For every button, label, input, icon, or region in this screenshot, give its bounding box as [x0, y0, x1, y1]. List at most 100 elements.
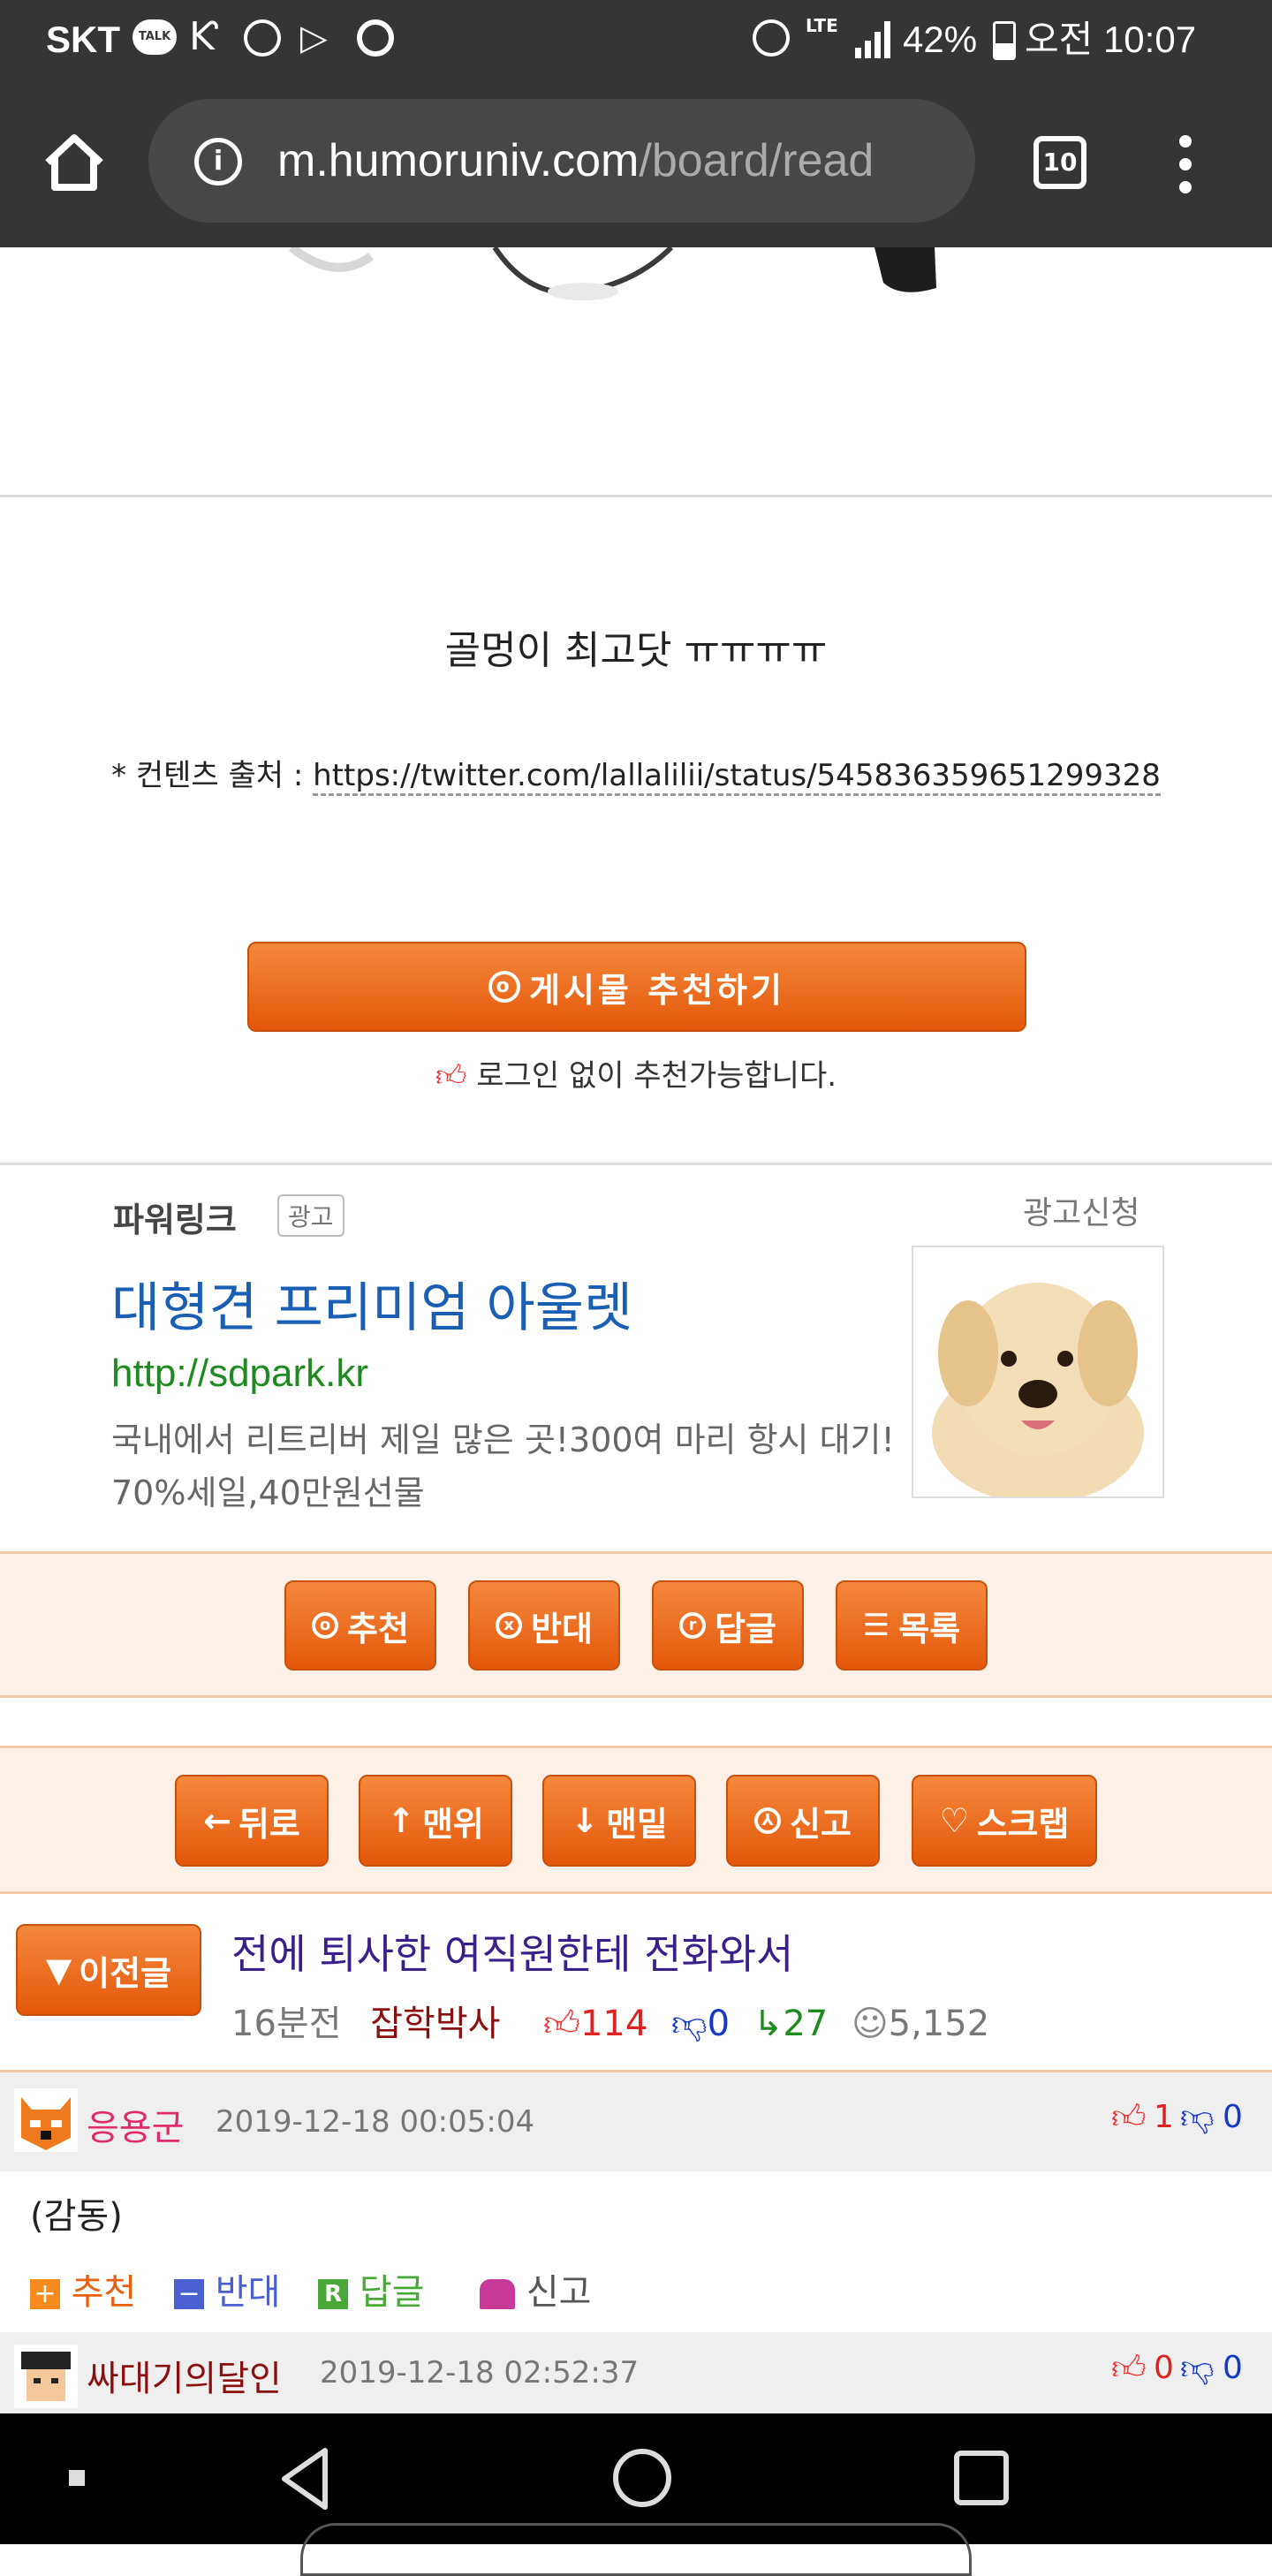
menu-icon[interactable]	[1173, 133, 1198, 196]
heart-icon: ♡	[939, 1801, 970, 1840]
avatar	[14, 2088, 78, 2152]
comment-like-icon[interactable]: 👍︎	[1111, 2097, 1147, 2138]
previous-post-meta: 16분전 잡학박사 👍︎114 👎︎0 ↳27 ☺5,152	[231, 1995, 989, 2046]
comment-recommend-link[interactable]: 추천	[72, 2272, 137, 2313]
reply-arrow-icon: ↳	[753, 2004, 784, 2044]
siren-icon	[480, 2279, 516, 2309]
divider	[0, 495, 1272, 497]
url-path: /board/read	[639, 135, 874, 186]
comment-dislike-icon[interactable]: 👎︎	[1180, 2348, 1215, 2389]
top-label: 맨위	[421, 1804, 484, 1844]
previous-post-button[interactable]: ▼ 이전글	[16, 1924, 201, 2016]
previous-post-dislikes: 0	[707, 2004, 731, 2044]
power-link-ad: 파워링크 광고 광고신청 대형견 프리미엄 아울렛 http://sdpark.…	[0, 1166, 1272, 1551]
plus-icon: +	[30, 2279, 60, 2309]
minus-icon: −	[174, 2279, 205, 2309]
source-label: * 컨텐츠 출처 :	[111, 758, 304, 793]
arrow-up-icon: ↑	[387, 1801, 415, 1840]
url-bar[interactable]: i m.humoruniv.com/board/read	[148, 99, 975, 223]
comment-author[interactable]: 응용군	[87, 2099, 184, 2150]
ad-title[interactable]: 대형견 프리미엄 아울렛	[111, 1265, 632, 1342]
login-note: 👍︎ 로그인 없이 추천가능합니다.	[0, 1051, 1272, 1095]
previous-post-replies: 27	[783, 2004, 829, 2044]
report-button[interactable]: ⅄ 신고	[726, 1775, 880, 1867]
divider	[0, 1163, 1272, 1165]
comment-dislike-icon[interactable]: 👎︎	[1180, 2097, 1215, 2138]
navigation-action-bar: ← 뒤로 ↑ 맨위 ↓ 맨밑 ⅄ 신고 ♡ 스크랩	[0, 1746, 1272, 1894]
thumbs-up-icon: 👍︎	[435, 1058, 467, 1094]
comment-date: 2019-12-18 02:52:37	[320, 2355, 640, 2390]
comment-down-count: 0	[1223, 2350, 1243, 2386]
report-label: 신고	[790, 1804, 852, 1844]
chrome-icon	[357, 19, 394, 57]
comment-like-icon[interactable]: 👍︎	[1111, 2348, 1147, 2389]
status-bar: SKT TALK Ƙ ▷ LTE 42% 오전 10:07	[0, 0, 1272, 80]
top-button[interactable]: ↑ 맨위	[359, 1775, 512, 1867]
home-nav-icon[interactable]	[613, 2449, 671, 2507]
comment-oppose-link[interactable]: 반대	[216, 2272, 281, 2313]
gesture-handle	[300, 2523, 972, 2576]
scrap-label: 스크랩	[976, 1804, 1070, 1844]
home-icon[interactable]	[41, 131, 108, 194]
signal-icon	[855, 21, 890, 58]
oppose-icon: x	[496, 1612, 523, 1639]
overview-nav-icon[interactable]	[954, 2451, 1009, 2505]
recommend-post-button[interactable]: o 게시물 추천하기	[247, 942, 1026, 1032]
dislike-icon: 👎︎	[671, 2004, 708, 2044]
recent-dot-icon	[69, 2470, 85, 2486]
browser-toolbar: i m.humoruniv.com/board/read 10	[0, 80, 1272, 247]
oppose-button[interactable]: x 반대	[468, 1580, 620, 1671]
carrier-label: SKT	[46, 19, 120, 60]
comment-up-count: 0	[1154, 2350, 1174, 2386]
comment-actions: + 추천 − 반대 R 답글 신고	[30, 2263, 591, 2315]
ad-brand: 파워링크	[113, 1201, 237, 1239]
ad-badge: 광고	[277, 1194, 344, 1237]
back-button[interactable]: ← 뒤로	[175, 1775, 329, 1867]
recommend-circle-icon: o	[488, 971, 521, 1003]
reply-button[interactable]: r 답글	[652, 1580, 804, 1671]
previous-post: ▼ 이전글 전에 퇴사한 여직원한테 전화와서 16분전 잡학박사 👍︎114 👎…	[0, 1894, 1272, 2072]
post-caption: 골멍이 최고닷 ㅠㅠㅠㅠ	[444, 628, 828, 673]
comment-header: 싸대기의달인 2019-12-18 02:52:37 👍︎ 0 👎︎ 0	[0, 2332, 1272, 2413]
tab-switcher-button[interactable]: 10	[1034, 136, 1086, 189]
back-nav-icon[interactable]	[276, 2445, 337, 2512]
previous-post-label: 이전글	[79, 1953, 172, 1993]
previous-post-likes: 114	[579, 2004, 648, 2044]
bottom-button[interactable]: ↓ 맨밑	[542, 1775, 696, 1867]
post-image-fragment	[288, 247, 936, 300]
ad-dog-image[interactable]	[912, 1246, 1164, 1498]
list-label: 목록	[898, 1609, 961, 1648]
reply-icon: r	[679, 1612, 707, 1639]
kakaotalk-icon: TALK	[132, 19, 177, 55]
source-link[interactable]: https://twitter.com/lallalilii/status/54…	[313, 758, 1161, 796]
lte-icon: LTE	[806, 15, 838, 36]
arrow-down-icon: ↓	[571, 1801, 599, 1840]
previous-post-author[interactable]: 잡학박사	[370, 2004, 500, 2044]
comment-author[interactable]: 싸대기의달인	[87, 2350, 282, 2401]
comment-reply-link[interactable]: 답글	[360, 2272, 425, 2313]
oppose-label: 반대	[531, 1609, 593, 1648]
ad-url[interactable]: http://sdpark.kr	[111, 1352, 368, 1396]
post-action-bar: o 추천 x 반대 r 답글 ☰ 목록	[0, 1551, 1272, 1698]
ad-apply-link[interactable]: 광고신청	[1023, 1187, 1140, 1233]
previous-post-title[interactable]: 전에 퇴사한 여직원한테 전화와서	[231, 1922, 793, 1981]
comment-text: (감동)	[30, 2196, 123, 2237]
list-icon: ☰	[862, 1608, 890, 1643]
info-icon[interactable]: i	[194, 138, 242, 186]
clock: 오전 10:07	[1025, 19, 1197, 60]
comment-report-link[interactable]: 신고	[526, 2272, 592, 2313]
url-text[interactable]: m.humoruniv.com/board/read	[277, 99, 874, 223]
recommend-button[interactable]: o 추천	[284, 1580, 436, 1671]
ad-description: 국내에서 리트리버 제일 많은 곳!300여 마리 항시 대기! 70%세일,4…	[111, 1421, 895, 1512]
like-icon: 👍︎	[543, 2004, 580, 2044]
views-icon: ☺	[851, 2004, 889, 2044]
list-button[interactable]: ☰ 목록	[836, 1580, 988, 1671]
recommend-post-label: 게시물 추천하기	[529, 970, 785, 1010]
back-label: 뒤로	[238, 1804, 300, 1844]
system-navigation-bar	[0, 2413, 1272, 2576]
comment-header: 응용군 2019-12-18 00:05:04 👍︎ 1 👎︎ 0	[0, 2072, 1272, 2171]
comment-date: 2019-12-18 00:05:04	[216, 2104, 535, 2140]
comment-up-count: 1	[1154, 2099, 1174, 2135]
scrap-button[interactable]: ♡ 스크랩	[912, 1775, 1097, 1867]
triangle-down-icon: ▼	[45, 1951, 72, 1989]
